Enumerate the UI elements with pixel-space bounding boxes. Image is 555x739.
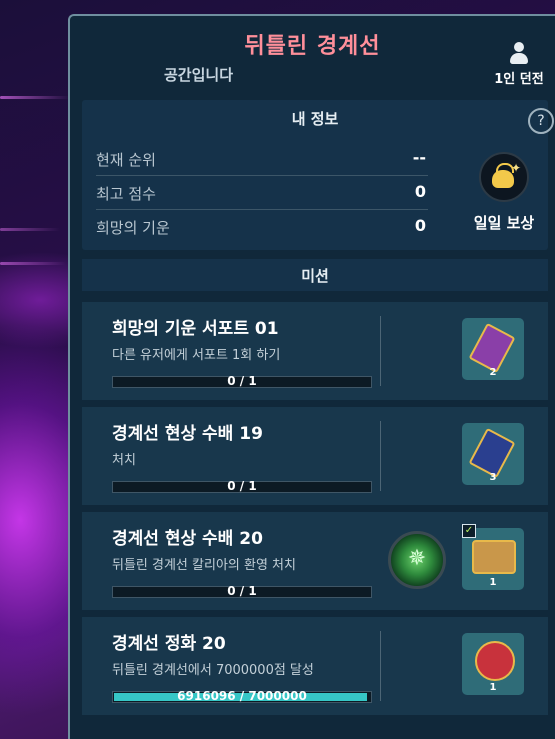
mission-title: 희망의 기운 서포트 01 [112,319,279,339]
stat-value: 0 [414,216,426,235]
stat-row-best-score: 최고 점수 0 [96,176,428,210]
my-info-section: 내 정보 ? 현재 순위 -- 최고 점수 0 희망의 기운 0 ✦ 일일 보상 [82,100,554,250]
stat-label: 희망의 기운 [96,219,170,237]
divider [380,631,381,701]
mission-title: 경계선 정화 20 [112,634,226,654]
divider [380,421,381,491]
mission-card[interactable]: 희망의 기운 서포트 01 다른 유저에게 서포트 1회 하기 0 / 1 2 [82,302,548,400]
boss-emblem-icon[interactable]: ✵ [388,531,446,589]
heart-medal-icon [475,641,515,681]
reward-quantity: 3 [489,472,497,483]
daily-reward-label: 일일 보상 [473,214,535,232]
mission-progress-text: 0 / 1 [227,479,257,493]
stat-value: 0 [414,182,426,201]
light-streak [0,96,70,99]
solo-dungeon-label: 1인 던전 [494,72,544,87]
mission-progress-bar: 0 / 1 [112,374,372,388]
mission-title: 경계선 현상 수배 19 [112,424,263,444]
ticket-icon [468,322,516,374]
mission-progress-bar: 0 / 1 [112,584,372,598]
reward-quantity: 1 [489,682,497,693]
divider [380,316,381,386]
my-info-header: 내 정보 [291,110,339,128]
daily-reward-button[interactable]: ✦ 일일 보상 [458,152,550,233]
mission-description: 다른 유저에게 서포트 1회 하기 [112,348,281,363]
mission-section-header: 미션 [82,259,548,291]
stat-value: -- [412,148,426,167]
money-bag-icon: ✦ [479,152,529,202]
light-streak [0,228,60,231]
stat-row-rank: 현재 순위 -- [96,142,428,176]
dungeon-title: 뒤틀린 경계선 [244,34,381,59]
mission-description: 처치 [112,453,136,468]
reward-quantity: 2 [489,367,497,378]
dungeon-panel: 뒤틀린 경계선 공간입니다 1인 던전 내 정보 ? 현재 순위 -- 최고 점… [68,14,555,739]
mission-progress-text: 0 / 1 [227,584,257,598]
help-button[interactable]: ? [528,108,554,134]
stat-row-hope-energy: 희망의 기운 0 [96,210,428,243]
stat-label: 현재 순위 [96,151,156,169]
solo-dungeon-indicator: 1인 던전 [489,42,549,87]
light-streak [0,262,66,265]
person-icon [510,42,528,66]
mission-progress-bar: 6916096 / 7000000 [112,689,372,703]
treasure-chest-icon [472,540,516,574]
mission-card[interactable]: 경계선 정화 20 뒤틀린 경계선에서 7000000점 달성 6916096 … [82,617,548,715]
mission-card[interactable]: 경계선 현상 수배 19 처치 0 / 1 3 [82,407,548,505]
checkbox-icon[interactable]: ✓ [462,524,476,538]
reward-slot[interactable]: 1 [462,633,524,695]
mission-description: 뒤틀린 경계선에서 7000000점 달성 [112,663,314,678]
mission-description: 뒤틀린 경계선 칼리아의 환영 처치 [112,558,296,573]
mission-progress-text: 0 / 1 [227,374,257,388]
mission-title: 경계선 현상 수배 20 [112,529,263,549]
reward-slot[interactable]: 2 [462,318,524,380]
mission-progress-text: 6916096 / 7000000 [177,689,307,703]
reward-quantity: 1 [489,577,497,588]
reward-slot[interactable]: 3 [462,423,524,485]
mission-card[interactable]: 경계선 현상 수배 20 뒤틀린 경계선 칼리아의 환영 처치 0 / 1 ✵ … [82,512,548,610]
mission-progress-bar: 0 / 1 [112,479,372,493]
stat-label: 최고 점수 [96,185,156,203]
mission-header-label: 미션 [301,267,329,285]
ticket-icon [468,427,516,479]
reward-slot[interactable]: ✓ 1 [462,524,524,590]
dungeon-subtitle: 공간입니다 [164,66,234,84]
